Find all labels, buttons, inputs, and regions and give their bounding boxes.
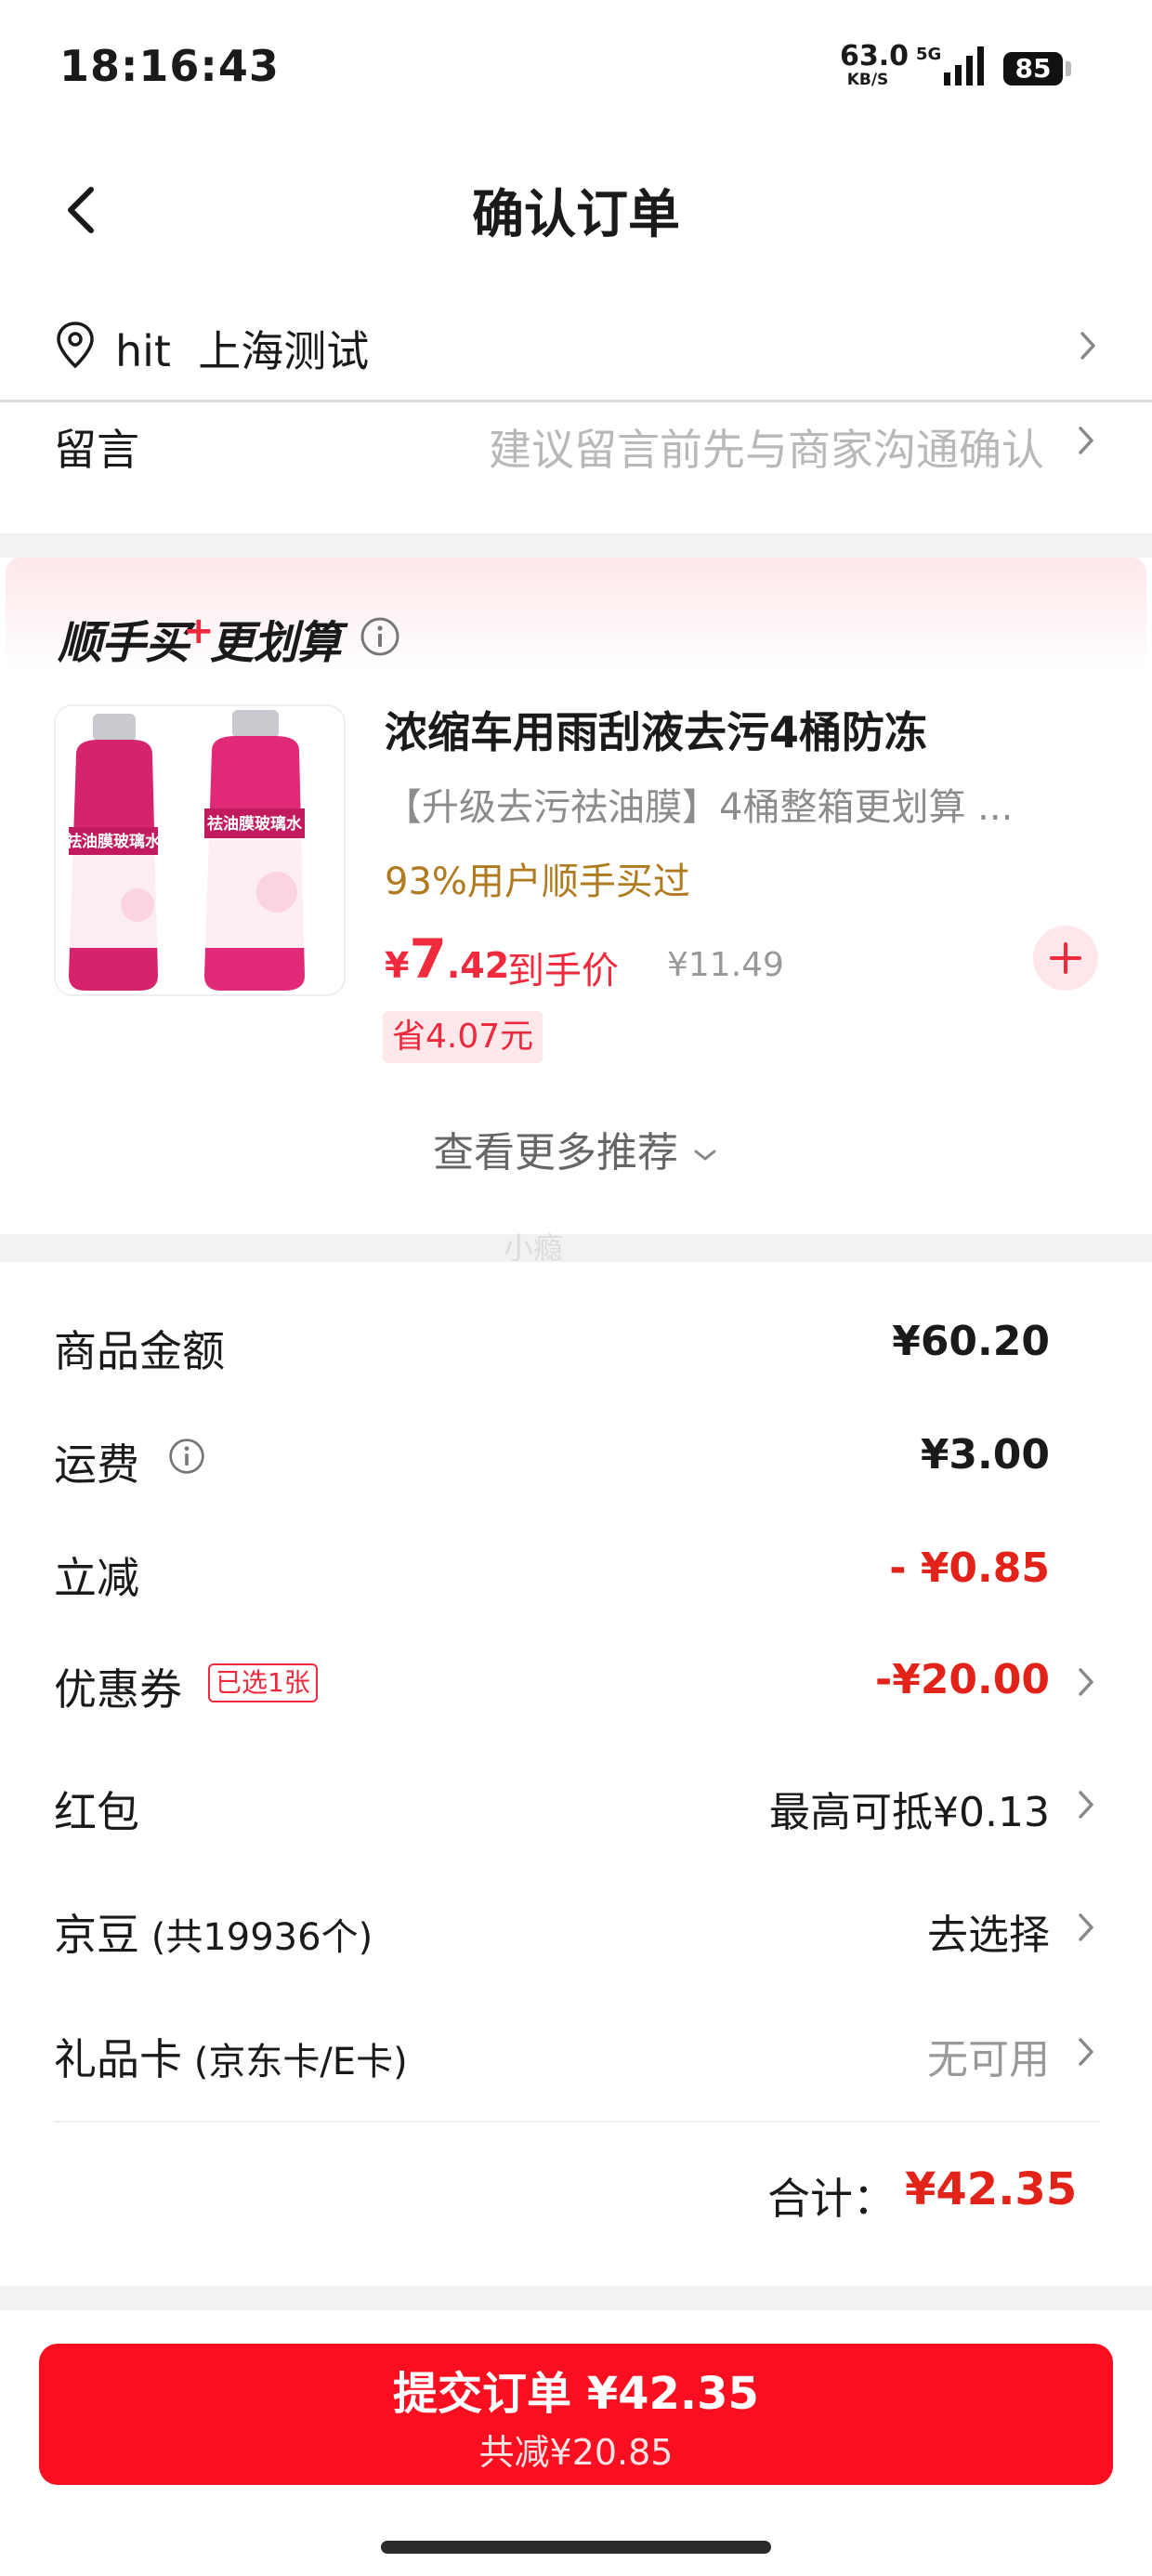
jingdou-label: 京豆 (共19936个) <box>54 1901 373 1963</box>
total-label: 合计： <box>767 2174 896 2224</box>
jingdou-count: (共19936个) <box>139 1916 373 1959</box>
section-gap <box>0 2286 1152 2310</box>
signal-icon <box>944 46 984 85</box>
battery-level: 85 <box>1003 52 1063 85</box>
coupon-label: 优惠券 <box>54 1664 182 1715</box>
bottle-label-left: 祛油膜玻璃水 <box>66 832 162 851</box>
section-gap <box>0 533 1152 558</box>
coupon-value[interactable]: -¥20.00 <box>875 1656 1050 1703</box>
submit-order-label: 提交订单 ¥42.35 <box>393 2368 759 2420</box>
price-dec: .42 <box>446 945 510 986</box>
recommend-title-part1: 顺手买 <box>58 617 190 669</box>
goods-amount-label: 商品金额 <box>54 1326 225 1376</box>
chevron-right-icon <box>1076 1911 1096 1944</box>
recommend-title: 顺手买+更划算 <box>58 606 342 671</box>
red-packet-label: 红包 <box>54 1787 139 1837</box>
divider <box>54 2121 1100 2123</box>
shipping-label: 运费 <box>54 1439 139 1490</box>
product-tag: 93%用户顺手买过 <box>385 861 690 903</box>
recommend-title-part2: 更划算 <box>209 617 342 669</box>
home-indicator[interactable] <box>381 2541 771 2554</box>
status-time: 18:16:43 <box>59 41 280 91</box>
plus-icon <box>1050 942 1081 974</box>
info-icon[interactable] <box>167 1437 206 1476</box>
gift-card-label: 礼品卡 (京东卡/E卡) <box>54 2026 408 2087</box>
net-speed-value: 63.0 <box>840 40 910 72</box>
save-badge: 省4.07元 <box>383 1011 543 1063</box>
watermark: 小瘾 <box>504 1230 564 1266</box>
discount-value: - ¥0.85 <box>889 1544 1050 1592</box>
shipping-value: ¥3.00 <box>920 1431 1050 1479</box>
red-packet-value[interactable]: 最高可抵¥0.13 <box>769 1779 1050 1838</box>
status-bar: 18:16:43 63.0 KB/S 5G 85 <box>0 0 1152 139</box>
network-type: 5G <box>916 45 942 64</box>
chevron-right-icon <box>1076 1788 1096 1821</box>
battery-tip <box>1066 61 1071 76</box>
submit-savings: 共减¥20.85 <box>478 2432 674 2473</box>
message-label: 留言 <box>54 425 139 475</box>
section-gap <box>0 1234 1152 1262</box>
address-row[interactable]: hit 上海测试 <box>0 297 1152 402</box>
submit-order-button[interactable]: 提交订单 ¥42.35 共减¥20.85 <box>39 2344 1113 2485</box>
add-to-order-button[interactable] <box>1033 926 1098 991</box>
page-title: 确认订单 <box>472 185 680 245</box>
product-price: ¥7.42 <box>385 927 509 991</box>
chevron-right-icon <box>1078 329 1098 362</box>
product-name[interactable]: 浓缩车用雨刮液去污4桶防冻 <box>385 699 927 760</box>
see-more-recommendations[interactable]: 查看更多推荐 <box>0 1119 1152 1178</box>
gift-card-sub: (京东卡/E卡) <box>182 2041 408 2083</box>
product-image[interactable]: 祛油膜玻璃水 祛油膜玻璃水 <box>54 704 346 996</box>
chevron-right-icon <box>1076 1665 1096 1699</box>
total-value: ¥42.35 <box>905 2163 1078 2215</box>
chevron-right-icon <box>1076 424 1096 457</box>
info-icon[interactable] <box>359 615 401 658</box>
price-symbol: ¥ <box>385 945 410 986</box>
price-label: 到手价 <box>507 950 619 992</box>
address-text: hit 上海测试 <box>115 326 370 376</box>
gift-card-value[interactable]: 无可用 <box>927 2026 1050 2085</box>
location-pin-icon <box>57 322 94 369</box>
recommend-title-plus: + <box>183 610 215 652</box>
net-speed: 63.0 KB/S <box>840 40 910 89</box>
discount-label: 立减 <box>54 1553 139 1603</box>
product-desc: 【升级去污祛油膜】4桶整箱更划算 ... <box>385 786 1014 829</box>
gift-card-label-text: 礼品卡 <box>54 2034 182 2084</box>
chevron-right-icon <box>1076 2035 1096 2069</box>
see-more-label: 查看更多推荐 <box>433 1129 678 1176</box>
price-int: 7 <box>409 927 447 991</box>
product-bottles-illustration: 祛油膜玻璃水 祛油膜玻璃水 <box>56 706 344 994</box>
net-speed-unit: KB/S <box>846 71 889 89</box>
jingdou-value[interactable]: 去选择 <box>927 1901 1050 1961</box>
jingdou-label-text: 京豆 <box>54 1910 139 1960</box>
chevron-down-icon <box>694 1150 716 1161</box>
recommend-section: 顺手买+更划算 祛油膜玻璃水 祛油膜玻璃水 浓缩车用雨刮液去污4桶防冻 【升级去… <box>0 558 1152 1229</box>
coupon-selected-badge: 已选1张 <box>208 1663 318 1702</box>
message-input[interactable]: 建议留言前先与商家沟通确认 <box>489 416 1044 478</box>
original-price: ¥11.49 <box>667 946 784 984</box>
goods-amount-value: ¥60.20 <box>892 1318 1050 1365</box>
bottle-label-right: 祛油膜玻璃水 <box>207 814 303 834</box>
